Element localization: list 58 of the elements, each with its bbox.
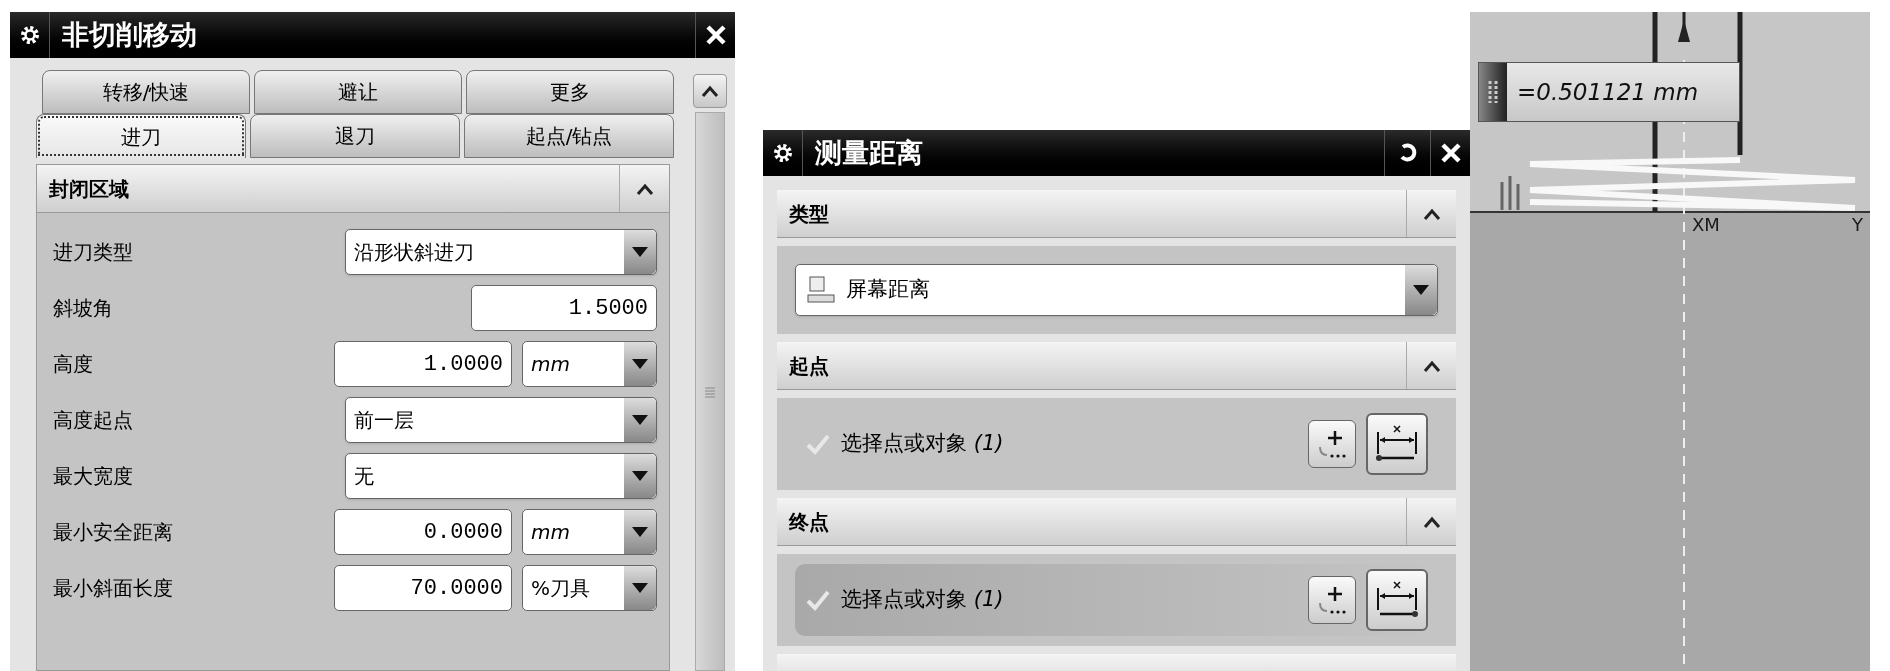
caret-icon (1422, 515, 1441, 528)
unit-dropdown[interactable]: mm (522, 341, 657, 387)
section-title: 封闭区域 (49, 175, 130, 203)
window-title: 非切削移动 (62, 17, 198, 52)
tab[interactable]: 转移/快速 (42, 70, 250, 114)
dimension-icon (1374, 580, 1420, 620)
point-dialog-button[interactable] (1308, 420, 1356, 468)
tab[interactable]: 避让 (254, 70, 462, 114)
dropdown-arrow-icon (630, 581, 650, 595)
field-label: 进刀类型 (53, 239, 134, 266)
selection-prompt: 选择点或对象 (1) (841, 430, 1005, 458)
point-dialog-button[interactable] (1308, 576, 1356, 624)
field-label: 最小安全距离 (53, 519, 174, 546)
dropdown[interactable]: 沿形状斜进刀 (345, 229, 657, 275)
dropdown-arrow-icon (630, 525, 650, 539)
dropdown-arrow-icon (630, 245, 650, 259)
section-title: 类型 (789, 200, 830, 228)
close-icon (704, 24, 727, 46)
field-label: 最小斜面长度 (53, 575, 174, 602)
field-label: 斜坡角 (53, 295, 114, 322)
dropdown-arrow-icon (630, 357, 650, 371)
dropdown[interactable]: 屏幕距离 (795, 264, 1438, 316)
unit-dropdown[interactable]: %刀具 (522, 565, 657, 611)
tab[interactable]: 更多 (466, 70, 674, 114)
close-icon (1439, 142, 1462, 164)
number-field[interactable]: 70.0000 (334, 565, 512, 611)
number-field[interactable]: 1.5000 (471, 285, 657, 331)
section-title: 终点 (789, 508, 830, 536)
caret-icon (701, 85, 719, 97)
selection-prompt: 选择点或对象 (1) (841, 586, 1005, 614)
axis-label: XM (1692, 215, 1720, 235)
grip-icon (703, 384, 717, 399)
section-title: 起点 (789, 352, 830, 380)
field-label: 最大宽度 (53, 463, 134, 490)
tab[interactable]: 进刀 (36, 114, 246, 158)
dropdown-arrow-icon (630, 469, 650, 483)
distance-button[interactable] (1366, 569, 1428, 631)
caret-icon (1422, 207, 1441, 220)
field-label: 高度起点 (53, 407, 134, 434)
measurement-label: =0.501121 mm (1478, 62, 1740, 122)
axis-label: Y (1852, 215, 1863, 235)
dimension-icon (1374, 424, 1420, 464)
dropdown[interactable]: 前一层 (345, 397, 657, 443)
dropdown-arrow-icon (1411, 283, 1431, 297)
check-icon (805, 589, 831, 611)
tab[interactable]: 起点/钻点 (464, 114, 674, 158)
field-label: 高度 (53, 351, 94, 378)
caret-icon (635, 182, 654, 195)
dropdown-arrow-icon (630, 413, 650, 427)
check-icon (805, 433, 831, 455)
number-field[interactable]: 1.0000 (334, 341, 512, 387)
window-title: 测量距离 (815, 135, 924, 170)
unit-dropdown[interactable]: mm (522, 509, 657, 555)
number-field[interactable]: 0.0000 (334, 509, 512, 555)
caret-icon (1422, 359, 1441, 372)
distance-button[interactable] (1366, 413, 1428, 475)
tab[interactable]: 退刀 (250, 114, 460, 158)
dropdown[interactable]: 无 (345, 453, 657, 499)
